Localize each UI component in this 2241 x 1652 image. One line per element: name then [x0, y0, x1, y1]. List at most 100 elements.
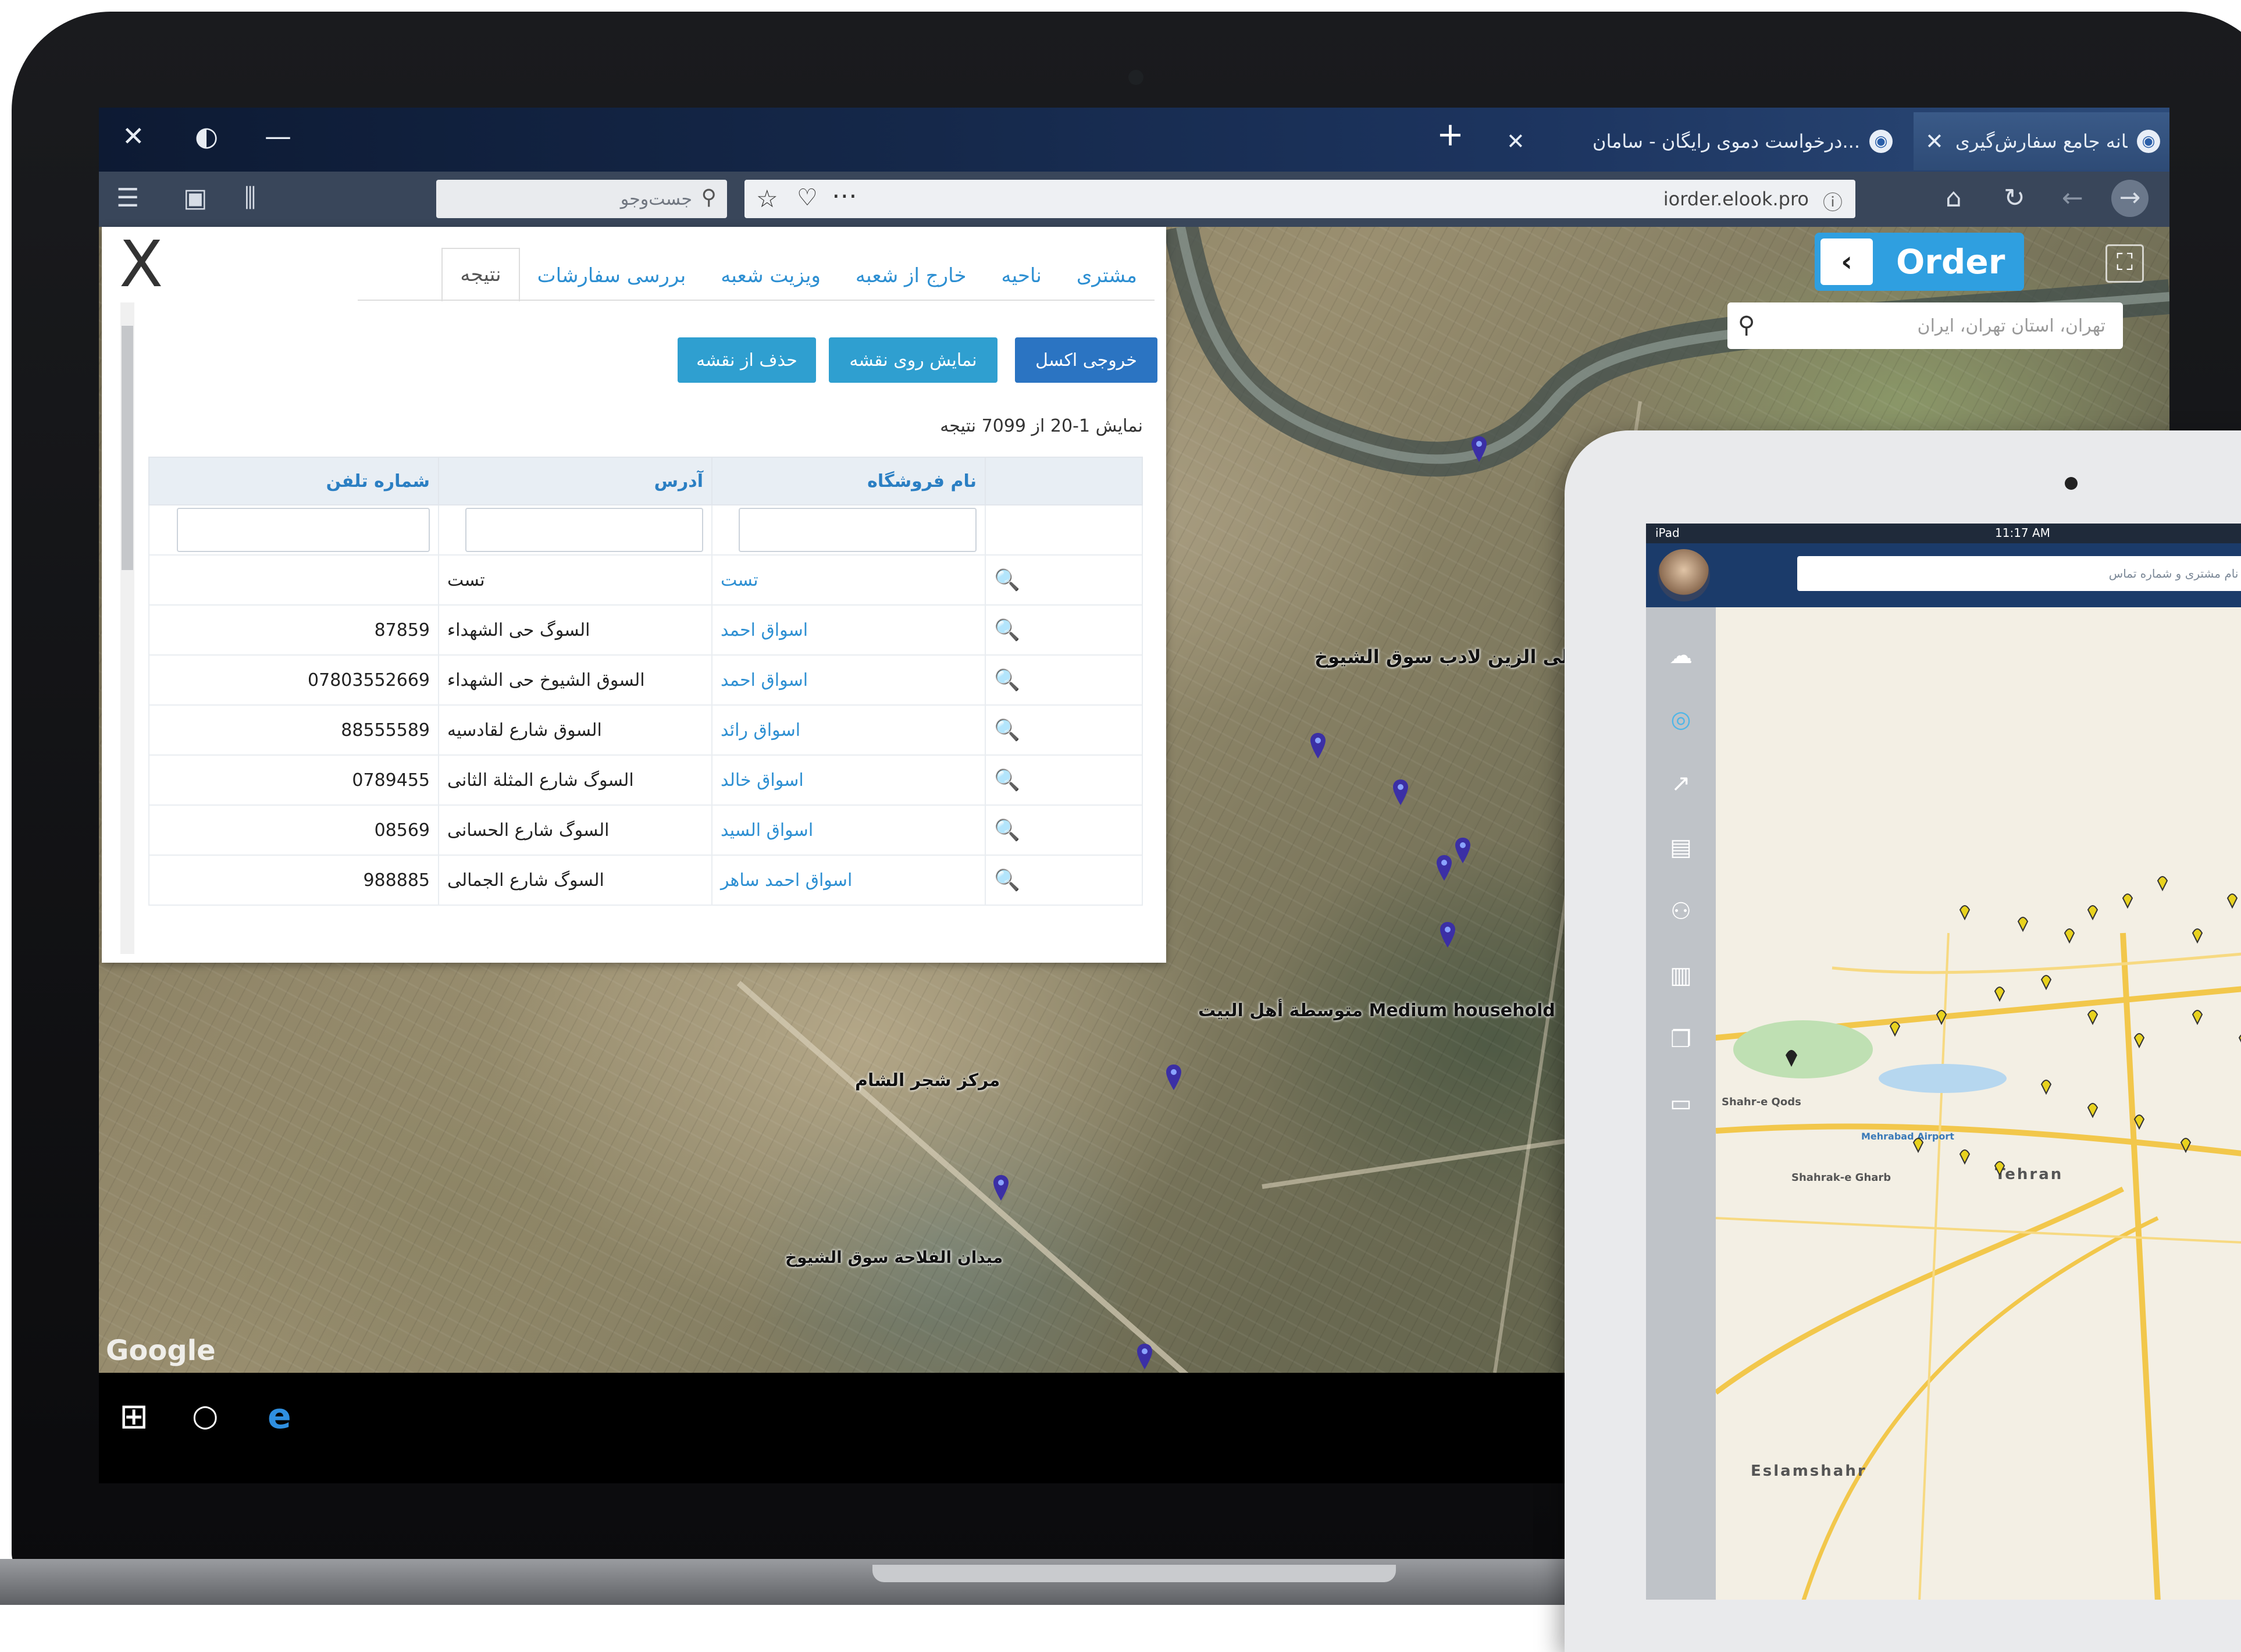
- tablet-device: iPad 11:17 AM جستجو براساس نام مشتری و ش…: [1565, 430, 2241, 1652]
- customer-pin: [2133, 1115, 2145, 1130]
- collapse-panel-button[interactable]: ‹: [1820, 238, 1873, 285]
- address-bar[interactable]: ☆ ♡ ⋯ iorder.elook.pro ⓘ: [744, 180, 1855, 218]
- scrollbar-thumb[interactable]: [122, 326, 133, 570]
- tab-result[interactable]: نتیجه: [441, 248, 520, 301]
- column-header-phone[interactable]: شماره تلفن: [148, 457, 439, 505]
- store-name-cell[interactable]: اسواق خالد: [711, 754, 986, 806]
- map-marker-pin[interactable]: [1137, 1344, 1152, 1369]
- store-name-cell[interactable]: اسواق رائد: [711, 704, 986, 756]
- map-marker-pin[interactable]: [993, 1175, 1009, 1201]
- table-row[interactable]: 🔍 اسواق احمد ساهر السوگ شارع الجمالی 988…: [148, 855, 1143, 906]
- close-window-button[interactable]: ✕: [122, 120, 145, 152]
- customer-pin: [1994, 987, 2005, 1002]
- fullscreen-icon[interactable]: ⛶: [2105, 244, 2144, 283]
- table-row[interactable]: 🔍 اسواق رائد السوق شارع لقادسیه 88555589: [148, 704, 1143, 756]
- map-marker-pin[interactable]: [1310, 733, 1326, 759]
- tab-region[interactable]: ناحیه: [984, 250, 1059, 301]
- tab-title: سامانه جامع سفارش‌گیری | ...: [1955, 130, 2128, 152]
- table-row[interactable]: 🔍 اسواق احمد السوگ حی الشهداء 87859: [148, 604, 1143, 656]
- cloud-icon[interactable]: ☁: [1666, 642, 1695, 671]
- back-icon[interactable]: ←: [2062, 183, 2083, 213]
- store-name-cell[interactable]: اسواق احمد ساهر: [711, 855, 986, 906]
- report-icon[interactable]: ▥: [1666, 962, 1695, 991]
- locate-on-map-icon[interactable]: 🔍: [985, 554, 1143, 606]
- remove-from-map-button[interactable]: حذف از نقشه: [678, 337, 816, 383]
- poi-label[interactable]: ميدان الفلاحة سوق الشيوخ: [785, 1248, 1003, 1267]
- customer-pin: [2040, 975, 2052, 991]
- cortana-search-icon[interactable]: ○: [192, 1398, 218, 1433]
- map-marker-pin[interactable]: [1437, 855, 1452, 881]
- chart-icon[interactable]: ↗: [1666, 770, 1695, 799]
- store-name-cell[interactable]: تست: [711, 554, 986, 606]
- close-panel-button[interactable]: X: [119, 227, 163, 301]
- phone-cell: 07803552669: [148, 654, 439, 706]
- close-tab-icon[interactable]: ✕: [1506, 129, 1525, 154]
- store-name-cell[interactable]: اسواق السید: [711, 804, 986, 856]
- store-name-filter-input[interactable]: [739, 508, 977, 552]
- address-filter-input[interactable]: [465, 508, 703, 552]
- map-marker-pin[interactable]: [1455, 838, 1470, 863]
- layers-icon[interactable]: ❐: [1666, 1026, 1695, 1055]
- store-name-cell[interactable]: اسواق احمد: [711, 654, 986, 706]
- bookmark-star-icon[interactable]: ☆: [756, 184, 778, 213]
- map-marker-pin[interactable]: [1166, 1064, 1181, 1090]
- poi-label[interactable]: متوسطة أهل البيت Medium household: [1198, 1001, 1555, 1021]
- tablet-street-map[interactable]: Tehran Eslamshahr Shahr-e Qods Shahrak-e…: [1716, 607, 2241, 1600]
- table-row[interactable]: 🔍 تست تست: [148, 554, 1143, 606]
- user-settings-icon[interactable]: ⚇: [1666, 898, 1695, 927]
- restore-window-button[interactable]: ◐: [195, 120, 218, 152]
- sidebar-icon[interactable]: ▣: [183, 183, 208, 213]
- customer-pin: [1936, 1010, 1947, 1026]
- forward-icon[interactable]: →: [2111, 180, 2149, 217]
- poi-label[interactable]: مصلی الزین لادب سوق الشیوخ: [1314, 646, 1599, 668]
- table-row[interactable]: 🔍 اسواق السید السوگ شارع الحسانی 08569: [148, 804, 1143, 856]
- table-row[interactable]: 🔍 اسواق خالد السوگ شارع المثلة الثانی 07…: [148, 754, 1143, 806]
- navigation-icon[interactable]: ◎: [1666, 706, 1695, 735]
- column-header-address[interactable]: آدرس: [438, 457, 712, 505]
- address-cell: السوگ حی الشهداء: [438, 604, 712, 656]
- map-search-input[interactable]: ⚲ تهران، استان تهران، ایران: [1727, 302, 2123, 349]
- tablet-sidebar: ☁ ◎ ↗ ▤ ⚇ ▥ ❐ ▭: [1646, 607, 1716, 1600]
- locate-on-map-icon[interactable]: 🔍: [985, 654, 1143, 706]
- pocket-icon[interactable]: ♡: [797, 184, 818, 211]
- more-options-icon[interactable]: ⋯: [832, 181, 857, 211]
- tablet-search-input[interactable]: جستجو براساس نام مشتری و شماره تماس: [1797, 556, 2241, 591]
- map-marker-pin[interactable]: [1472, 436, 1487, 462]
- library-icon[interactable]: ⫼: [244, 183, 256, 213]
- tab-demo-request[interactable]: ✕ درخواست دموی رایگان - سامان... ◉: [1495, 112, 1902, 170]
- user-avatar[interactable]: [1658, 549, 1710, 601]
- map-marker-pin[interactable]: [1440, 922, 1455, 948]
- export-excel-button[interactable]: خروجی اکسل: [1015, 337, 1157, 383]
- tab-order-review[interactable]: بررسی سفارشات: [520, 250, 704, 301]
- locate-on-map-icon[interactable]: 🔍: [985, 855, 1143, 906]
- phone-filter-input[interactable]: [177, 508, 430, 552]
- browser-search-input[interactable]: جست‌وجو ⚲: [436, 180, 727, 218]
- menu-icon[interactable]: ☰: [116, 183, 139, 213]
- panel-scrollbar[interactable]: [120, 302, 134, 954]
- new-tab-button[interactable]: +: [1437, 116, 1464, 154]
- tab-branch-visit[interactable]: ویزیت شعبه: [703, 250, 838, 301]
- locate-on-map-icon[interactable]: 🔍: [985, 754, 1143, 806]
- document-icon[interactable]: ▤: [1666, 834, 1695, 863]
- customer-pin: [2192, 928, 2203, 944]
- show-on-map-button[interactable]: نمایش روی نقشه: [829, 337, 997, 383]
- home-icon[interactable]: ⌂: [1946, 183, 1962, 213]
- table-row[interactable]: 🔍 اسواق احمد السوق الشیوخ حی الشهداء 078…: [148, 654, 1143, 706]
- edge-browser-icon[interactable]: e: [268, 1396, 291, 1437]
- windows-start-icon[interactable]: ⊞: [119, 1396, 148, 1437]
- locate-on-map-icon[interactable]: 🔍: [985, 604, 1143, 656]
- reload-icon[interactable]: ↻: [2004, 183, 2025, 213]
- tab-customer[interactable]: مشتری: [1059, 250, 1155, 301]
- tab-outside-branch[interactable]: خارج از شعبه: [838, 250, 984, 301]
- locate-on-map-icon[interactable]: 🔍: [985, 804, 1143, 856]
- camera-icon[interactable]: ▭: [1666, 1090, 1695, 1119]
- locate-on-map-icon[interactable]: 🔍: [985, 704, 1143, 756]
- column-header-store-name[interactable]: نام فروشگاه: [711, 457, 986, 505]
- info-icon[interactable]: ⓘ: [1823, 187, 1843, 215]
- map-marker-pin[interactable]: [1393, 779, 1408, 805]
- poi-label[interactable]: مركز شجر الشام: [855, 1070, 1000, 1091]
- store-name-cell[interactable]: اسواق احمد: [711, 604, 986, 656]
- close-tab-icon[interactable]: ✕: [1925, 129, 1944, 154]
- minimize-window-button[interactable]: —: [265, 120, 291, 152]
- tab-ordering-system[interactable]: ✕ سامانه جامع سفارش‌گیری | ... ◉: [1914, 112, 2169, 170]
